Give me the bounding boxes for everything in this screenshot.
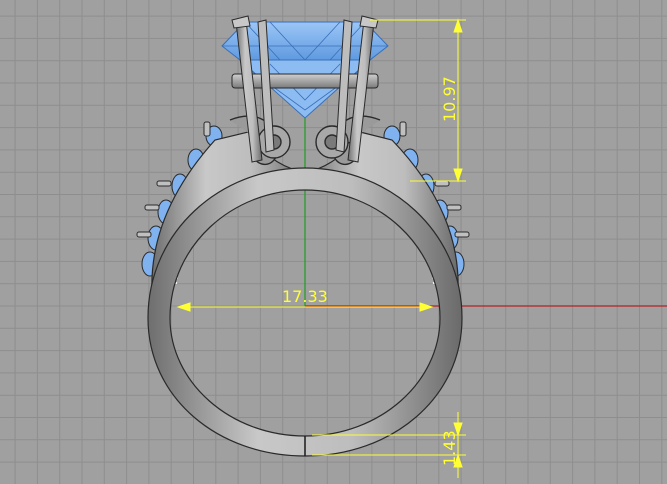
diameter-dimension-label: 17.33 [282, 287, 328, 306]
cad-viewport[interactable]: 17.33 10.97 1.43 [0, 0, 667, 484]
setting-height-dimension-label: 10.97 [440, 76, 459, 122]
ring-model[interactable] [136, 15, 470, 457]
viewport-canvas[interactable]: 17.33 10.97 1.43 [0, 0, 667, 484]
shank-thickness-dimension-label: 1.43 [440, 430, 459, 466]
